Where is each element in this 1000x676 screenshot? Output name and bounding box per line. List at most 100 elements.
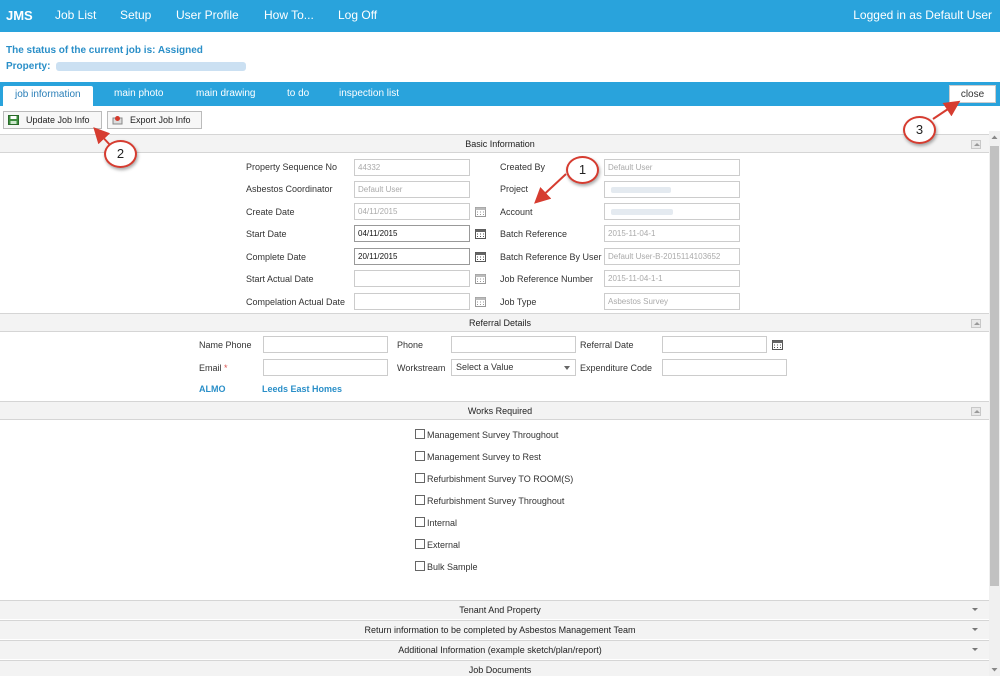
referral-date-field[interactable] — [662, 336, 767, 353]
calendar-icon[interactable] — [475, 207, 486, 217]
checkbox-label: Bulk Sample — [427, 562, 478, 572]
checkbox-label: Management Survey to Rest — [427, 452, 542, 462]
section-header-basic-information[interactable]: Basic Information — [0, 134, 1000, 153]
logged-in-status: Logged in as Default User — [853, 8, 992, 22]
callout-1-arrow — [534, 173, 567, 204]
scroll-down-icon[interactable] — [989, 663, 1000, 676]
calendar-icon[interactable] — [772, 340, 783, 350]
nav-how-to[interactable]: How To... — [264, 8, 314, 22]
section-header-works-required[interactable]: Works Required — [0, 401, 1000, 420]
email-label-text: Email — [199, 363, 222, 373]
account-field[interactable] — [604, 203, 740, 220]
email-label: Email * — [199, 363, 228, 373]
created-by-field[interactable]: Default User — [604, 159, 740, 176]
tab-job-information[interactable]: job information — [3, 86, 93, 106]
checkbox-external[interactable] — [415, 539, 425, 549]
account-label: Account — [500, 207, 533, 217]
section-header-tenant-and-property[interactable]: Tenant And Property — [0, 600, 1000, 619]
scrollbar-thumb[interactable] — [990, 146, 999, 586]
section-header-return-information[interactable]: Return information to be completed by As… — [0, 620, 1000, 639]
update-job-info-button[interactable]: Update Job Info — [3, 111, 102, 129]
section-header-referral-details[interactable]: Referral Details — [0, 313, 1000, 332]
create-date-field[interactable]: 04/11/2015 — [354, 203, 470, 220]
property-line: Property: — [6, 61, 247, 72]
collapse-icon[interactable] — [971, 407, 981, 416]
workstream-select[interactable]: Select a Value — [451, 359, 576, 376]
collapse-icon[interactable] — [971, 319, 981, 328]
compelation-actual-date-label: Compelation Actual Date — [246, 297, 346, 307]
expand-icon[interactable] — [972, 608, 978, 611]
close-button[interactable]: close — [949, 85, 996, 103]
property-sequence-label: Property Sequence No — [246, 162, 338, 172]
section-header-job-documents[interactable]: Job Documents — [0, 660, 1000, 676]
section-title: Tenant And Property — [459, 605, 541, 615]
expenditure-code-field[interactable] — [662, 359, 787, 376]
section-header-additional-information[interactable]: Additional Information (example sketch/p… — [0, 640, 1000, 659]
start-date-field[interactable]: 04/11/2015 — [354, 225, 470, 242]
section-title: Return information to be completed by As… — [364, 625, 636, 635]
top-navbar: JMS Job List Setup User Profile How To..… — [0, 0, 1000, 32]
account-redacted — [611, 209, 673, 215]
calendar-icon[interactable] — [475, 297, 486, 307]
almo-label: ALMO — [199, 384, 226, 394]
scroll-up-icon[interactable] — [989, 131, 1000, 144]
export-icon — [112, 116, 123, 125]
job-type-label: Job Type — [500, 297, 537, 307]
tab-inspection-list[interactable]: inspection list — [339, 88, 399, 99]
section-title: Job Documents — [468, 665, 532, 675]
compelation-actual-date-field[interactable] — [354, 293, 470, 310]
complete-date-label: Complete Date — [246, 252, 307, 262]
start-actual-date-label: Start Actual Date — [246, 274, 314, 284]
asbestos-coordinator-label: Asbestos Coordinator — [246, 184, 333, 194]
calendar-icon[interactable] — [475, 274, 486, 284]
brand-logo[interactable]: JMS — [6, 8, 33, 23]
tab-main-photo[interactable]: main photo — [114, 88, 163, 99]
property-sequence-field[interactable]: 44332 — [354, 159, 470, 176]
expenditure-code-label: Expenditure Code — [580, 363, 653, 373]
referral-date-label: Referral Date — [580, 340, 634, 350]
create-date-label: Create Date — [246, 207, 295, 217]
start-actual-date-field[interactable] — [354, 270, 470, 287]
batch-reference-by-user-label: Batch Reference By User — [500, 252, 602, 262]
calendar-icon[interactable] — [475, 229, 486, 239]
name-phone-label: Name Phone — [199, 340, 252, 350]
batch-reference-field[interactable]: 2015-11-04-1 — [604, 225, 740, 242]
checkbox-management-survey-throughout[interactable] — [415, 429, 425, 439]
batch-reference-by-user-field[interactable]: Default User-B-2015114103652 — [604, 248, 740, 265]
tab-to-do[interactable]: to do — [287, 88, 309, 99]
export-job-info-button[interactable]: Export Job Info — [107, 111, 202, 129]
start-date-label: Start Date — [246, 229, 287, 239]
nav-user-profile[interactable]: User Profile — [176, 8, 239, 22]
checkbox-label: Management Survey Throughout — [427, 430, 559, 440]
callout-badge-1: 1 — [566, 156, 599, 184]
tab-main-drawing[interactable]: main drawing — [196, 88, 255, 99]
checkbox-internal[interactable] — [415, 517, 425, 527]
project-redacted — [611, 187, 671, 193]
checkbox-refurbishment-survey-throughout[interactable] — [415, 495, 425, 505]
project-field[interactable] — [604, 181, 740, 198]
asbestos-coordinator-field[interactable]: Default User — [354, 181, 470, 198]
name-phone-field[interactable] — [263, 336, 388, 353]
created-by-label: Created By — [500, 162, 546, 172]
nav-log-off[interactable]: Log Off — [338, 8, 377, 22]
chevron-down-icon — [564, 366, 570, 370]
expand-icon[interactable] — [972, 648, 978, 651]
calendar-icon[interactable] — [475, 252, 486, 262]
checkbox-management-survey-to-rest[interactable] — [415, 451, 425, 461]
section-title: Referral Details — [468, 318, 532, 328]
checkbox-refurbishment-survey-to-rooms[interactable] — [415, 473, 425, 483]
job-type-field[interactable]: Asbestos Survey — [604, 293, 740, 310]
nav-setup[interactable]: Setup — [120, 8, 151, 22]
job-reference-number-field[interactable]: 2015-11-04-1-1 — [604, 270, 740, 287]
property-label: Property: — [6, 61, 51, 72]
checkbox-bulk-sample[interactable] — [415, 561, 425, 571]
email-field[interactable] — [263, 359, 388, 376]
complete-date-field[interactable]: 20/11/2015 — [354, 248, 470, 265]
checkbox-label: Refurbishment Survey Throughout — [427, 496, 565, 506]
phone-label: Phone — [397, 340, 424, 350]
nav-job-list[interactable]: Job List — [55, 8, 96, 22]
required-marker: * — [224, 363, 228, 373]
phone-field[interactable] — [451, 336, 576, 353]
collapse-icon[interactable] — [971, 140, 981, 149]
expand-icon[interactable] — [972, 628, 978, 631]
